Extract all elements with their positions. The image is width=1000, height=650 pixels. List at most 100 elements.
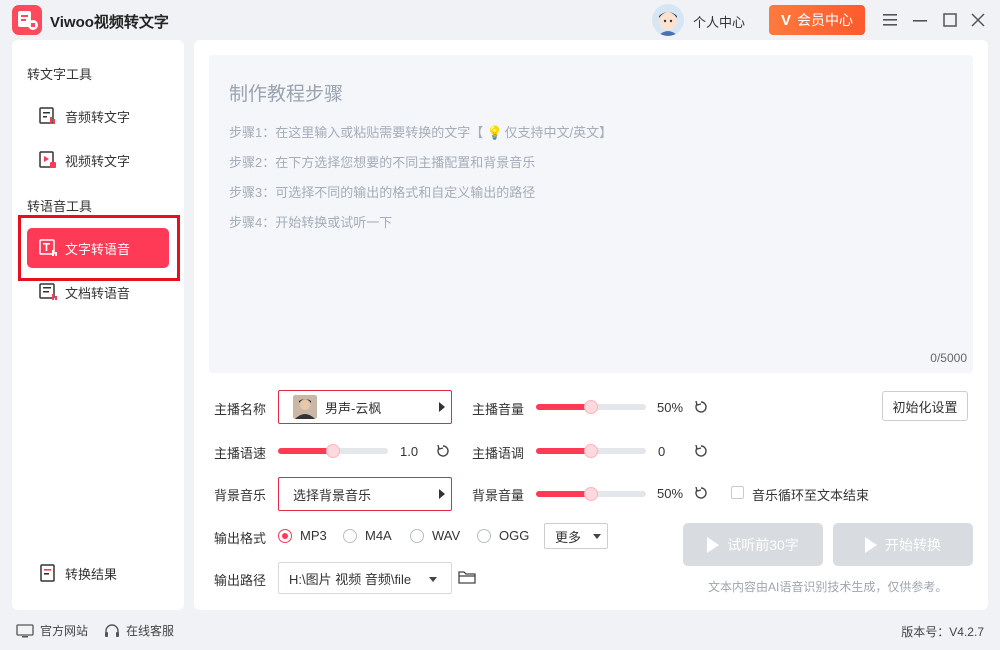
anchor-tone-value: 0 <box>658 444 666 459</box>
char-counter: 0/5000 <box>930 351 967 365</box>
bgm-select-value: 选择背景音乐 <box>293 487 372 503</box>
step-1-suffix: 仅支持中文/英文】 <box>504 125 613 140</box>
maximize-icon[interactable] <box>940 10 960 30</box>
slider-fill <box>536 448 591 454</box>
sidebar-item-label: 转换结果 <box>65 566 118 582</box>
path-label: 输出路径 <box>214 573 267 588</box>
slider-fill <box>536 491 591 497</box>
sidebar: 转文字工具 音频转文字 视频转文字 转语音工具 文字转语音 文档转语音 转换结果 <box>12 40 184 610</box>
chevron-right-icon <box>439 402 445 412</box>
official-site-label: 官方网站 <box>40 624 89 638</box>
play-icon <box>707 536 720 553</box>
reset-icon[interactable] <box>694 444 708 458</box>
output-path-select[interactable]: H:\图片 视频 音频\file <box>278 562 452 594</box>
preview-button[interactable]: 试听前30字 <box>683 523 823 566</box>
step-3: 步骤3：可选择不同的输出的格式和自定义输出的路径 <box>229 185 536 200</box>
radio-mp3[interactable] <box>278 529 292 543</box>
bgm-volume-label: 背景音量 <box>472 488 525 503</box>
chevron-down-icon <box>429 577 437 582</box>
more-formats-label: 更多 <box>555 529 582 545</box>
bgm-select[interactable]: 选择背景音乐 <box>278 477 452 511</box>
section-to-text-tools: 转文字工具 <box>27 67 93 82</box>
slider-thumb[interactable] <box>584 400 598 414</box>
sidebar-item-results[interactable]: 转换结果 <box>27 553 169 593</box>
reset-icon[interactable] <box>694 486 708 500</box>
slider-thumb[interactable] <box>584 444 598 458</box>
anchor-tone-label: 主播语调 <box>472 446 525 461</box>
loop-checkbox[interactable] <box>731 486 744 499</box>
anchor-volume-value: 50% <box>657 400 684 415</box>
disclaimer-text: 文本内容由AI语音识别技术生成，仅供参考。 <box>708 580 948 594</box>
app-logo-icon <box>12 5 42 35</box>
anchor-name-label: 主播名称 <box>214 402 267 417</box>
radio-m4a[interactable] <box>343 529 357 543</box>
version-text: 版本号：V4.2.7 <box>901 625 984 639</box>
user-center-link[interactable]: 个人中心 <box>693 12 745 31</box>
audio-doc-icon <box>39 107 57 125</box>
vip-label: 会员中心 <box>797 12 853 28</box>
anchor-volume-label: 主播音量 <box>472 402 525 417</box>
loop-label: 音乐循环至文本结束 <box>752 488 870 503</box>
anchor-speed-value: 1.0 <box>400 444 419 459</box>
app-title: Viwoo视频转文字 <box>50 14 169 31</box>
step-1: 步骤1：在这里输入或粘贴需要转换的文字【 💡 仅支持中文/英文】 <box>229 122 612 141</box>
official-site-link[interactable]: 官方网站 <box>16 622 88 639</box>
play-icon <box>865 536 877 553</box>
headset-icon <box>105 623 119 637</box>
format-mp3-label: MP3 <box>300 528 327 543</box>
chevron-right-icon <box>439 489 445 499</box>
slider-fill <box>278 448 333 454</box>
anchor-tone-slider[interactable] <box>536 444 646 458</box>
anchor-volume-slider[interactable] <box>536 400 646 414</box>
radio-ogg[interactable] <box>477 529 491 543</box>
slider-thumb[interactable] <box>326 444 340 458</box>
text-input-area[interactable]: 制作教程步骤 步骤1：在这里输入或粘贴需要转换的文字【 💡 仅支持中文/英文】 … <box>209 55 973 373</box>
monitor-icon <box>16 623 34 637</box>
format-wav-label: WAV <box>432 528 461 543</box>
slider-fill <box>536 404 591 410</box>
step-4: 步骤4：开始转换或试听一下 <box>229 215 393 230</box>
section-to-speech-tools: 转语音工具 <box>27 199 93 214</box>
format-m4a-label: M4A <box>365 528 392 543</box>
output-path-value: H:\图片 视频 音频\file <box>289 571 412 587</box>
highlight-box <box>18 215 180 281</box>
bgm-volume-slider[interactable] <box>536 487 646 501</box>
vip-icon: V <box>780 11 791 29</box>
preview-label: 试听前30字 <box>727 536 799 553</box>
user-avatar[interactable] <box>652 4 684 36</box>
sidebar-item-label: 文档转语音 <box>65 285 131 301</box>
radio-wav[interactable] <box>410 529 424 543</box>
doc-speech-icon <box>39 283 57 301</box>
more-formats-select[interactable]: 更多 <box>544 523 608 549</box>
reset-icon[interactable] <box>694 400 708 414</box>
minimize-icon[interactable] <box>910 10 930 30</box>
tutorial-title: 制作教程步骤 <box>229 84 344 105</box>
sidebar-item-audio-to-text[interactable]: 音频转文字 <box>27 96 169 136</box>
folder-icon[interactable] <box>458 569 476 585</box>
close-icon[interactable] <box>968 10 988 30</box>
reset-icon[interactable] <box>436 444 450 458</box>
chevron-down-icon <box>593 534 601 539</box>
format-label: 输出格式 <box>214 531 267 546</box>
step-2: 步骤2：在下方选择您想要的不同主播配置和背景音乐 <box>229 155 536 170</box>
menu-icon[interactable] <box>880 10 900 30</box>
sidebar-item-label: 音频转文字 <box>65 109 131 125</box>
online-service-label: 在线客服 <box>126 624 175 638</box>
sidebar-item-label: 视频转文字 <box>65 153 131 169</box>
init-settings-button[interactable]: 初始化设置 <box>882 391 968 421</box>
start-convert-button[interactable]: 开始转换 <box>833 523 973 566</box>
bgm-label: 背景音乐 <box>214 488 267 503</box>
bgm-volume-value: 50% <box>657 486 684 501</box>
anchor-select-value: 男声-云枫 <box>325 400 382 416</box>
footer: 官方网站 在线客服 版本号：V4.2.7 <box>0 612 1000 650</box>
start-convert-label: 开始转换 <box>885 536 941 553</box>
slider-thumb[interactable] <box>584 487 598 501</box>
sidebar-item-video-to-text[interactable]: 视频转文字 <box>27 140 169 180</box>
video-doc-icon <box>39 151 57 169</box>
vip-center-button[interactable]: V 会员中心 <box>769 5 865 35</box>
online-service-link[interactable]: 在线客服 <box>104 622 174 639</box>
anchor-select[interactable]: 男声-云枫 <box>278 390 452 424</box>
lightbulb-icon: 💡 <box>486 125 504 140</box>
anchor-speed-slider[interactable] <box>278 444 388 458</box>
format-ogg-label: OGG <box>499 528 530 543</box>
